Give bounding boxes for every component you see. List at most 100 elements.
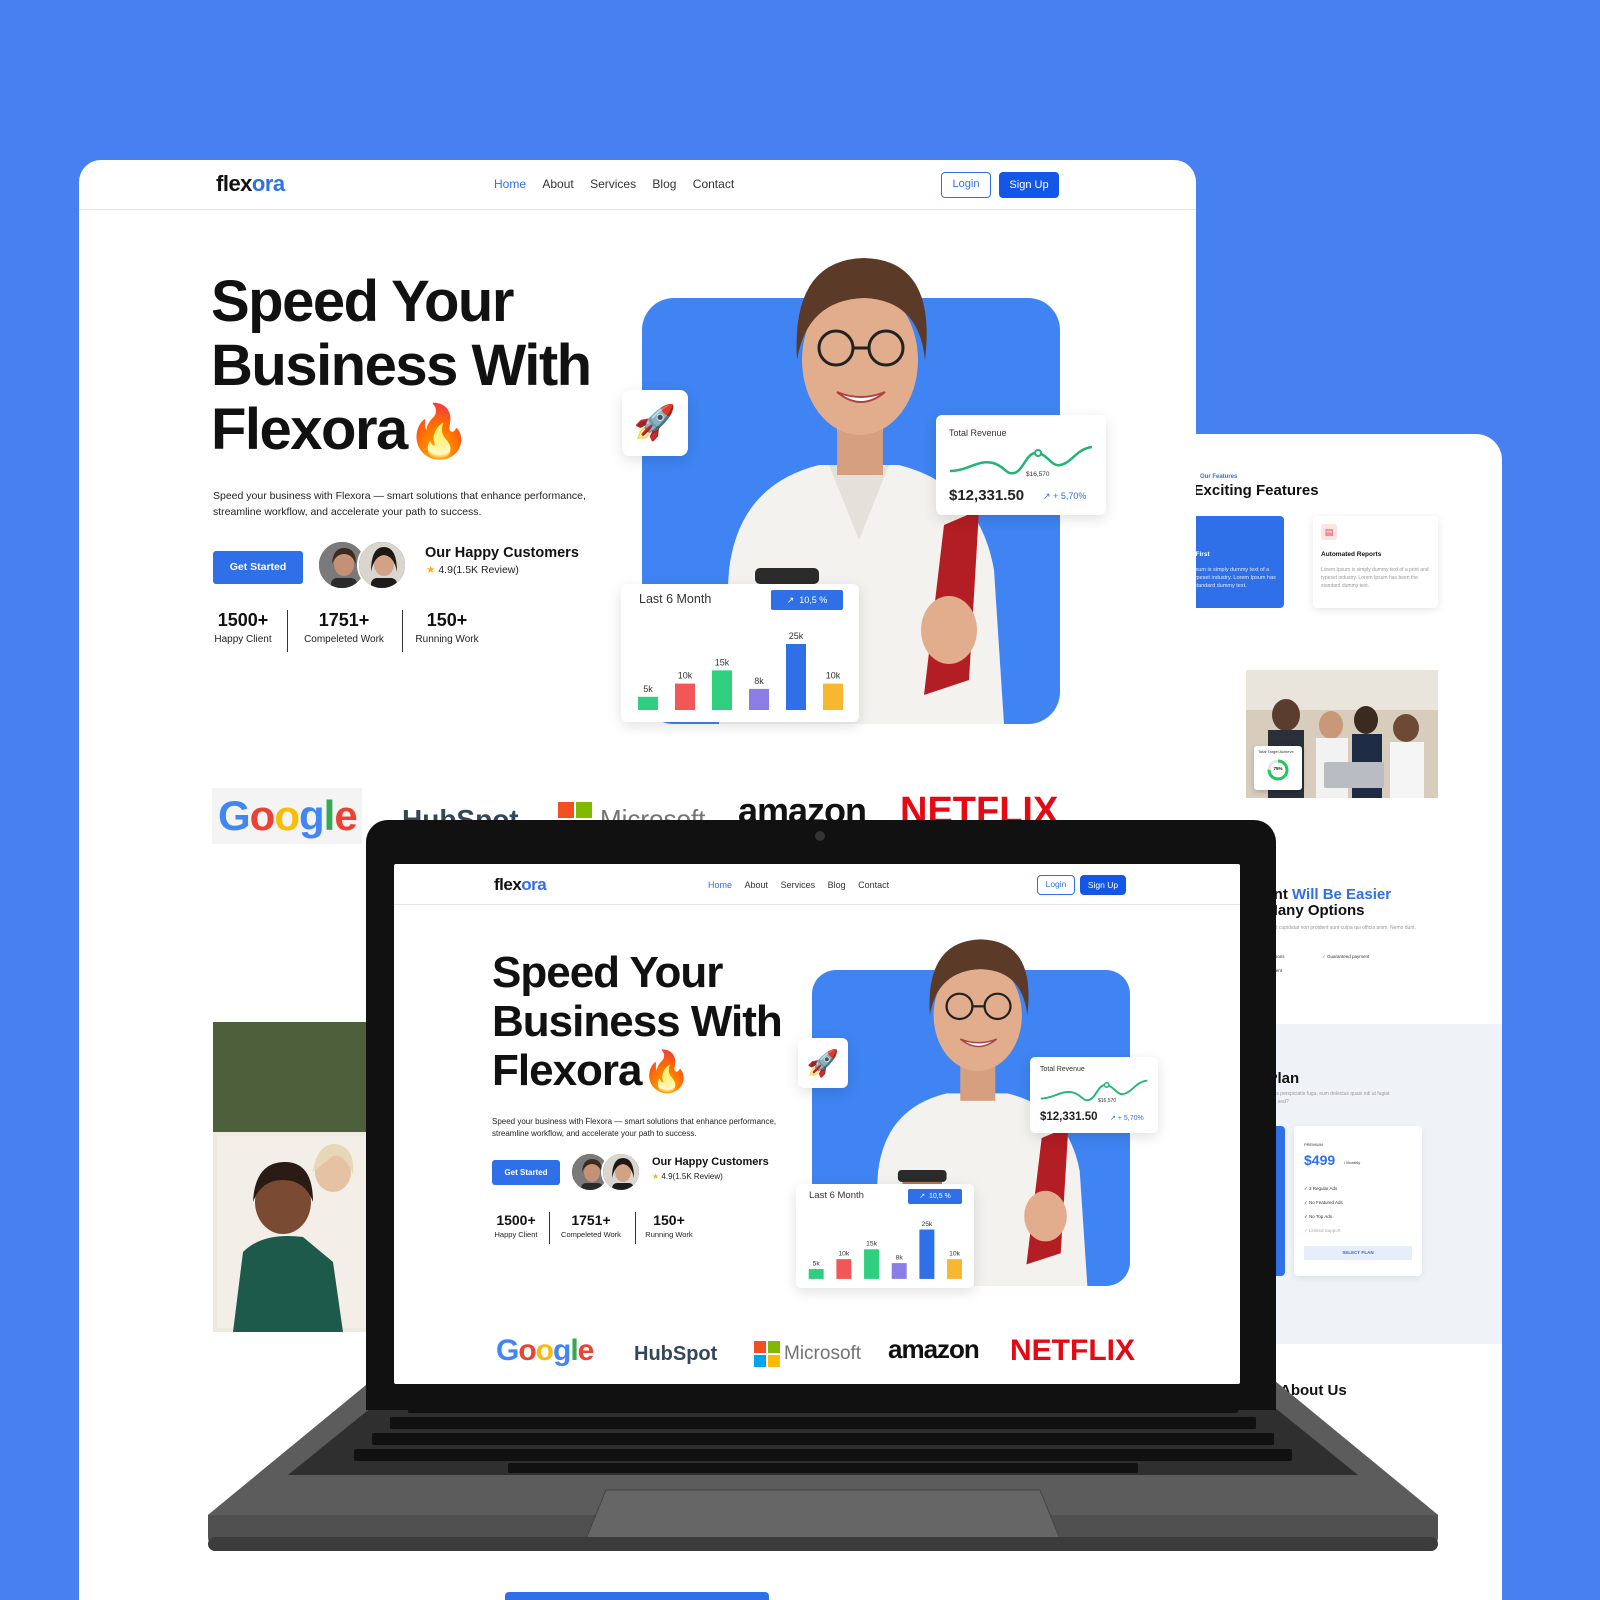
chart-data-label: 25k	[921, 1221, 932, 1228]
payment-text: nt occaecat cupidatat non proident sunt …	[1252, 925, 1416, 931]
logo[interactable]: flexora	[216, 171, 285, 197]
screen-navbar: flexora Home About Services Blog Contact…	[394, 864, 1240, 905]
stat-divider	[402, 610, 403, 652]
bar-chart: 5k 10k 15k 8k 25k 10k	[808, 1221, 963, 1279]
target-label: Total Target Achieve	[1258, 749, 1294, 754]
screen-hero-description: Speed your business with Flexora — smart…	[492, 1117, 777, 1138]
chart-bar	[749, 688, 769, 710]
laptop-screen: flexora Home About Services Blog Contact…	[394, 864, 1240, 1384]
navbar: flexora Home About Services Blog Contact…	[79, 160, 1196, 210]
stats-row: 1500+ Happy Client 1751+ Compeleted Work…	[212, 610, 512, 655]
stat-divider	[635, 1212, 636, 1244]
chart-card: Last 6 Month ↗ 10,5 % 5k 10k 15k 8k 25k 10k	[621, 584, 859, 722]
chart-bar	[638, 696, 658, 710]
nav-services[interactable]: Services	[590, 177, 636, 191]
bar-chart: 5k 10k 15k 8k 25k 10k	[638, 631, 843, 710]
stat-divider	[287, 610, 288, 652]
trend-up-icon: ↗	[1043, 491, 1051, 501]
target-value: 75%	[1273, 766, 1283, 771]
partner-netflix: NETFLIX	[1010, 1334, 1135, 1367]
revenue-title: Total Revenue	[949, 428, 1007, 438]
rocket-icon: 🚀	[633, 404, 677, 442]
trend-up-icon: ↗	[1110, 1115, 1116, 1122]
signup-button[interactable]: Sign Up	[999, 172, 1059, 198]
chart-title: Last 6 Month	[639, 592, 712, 606]
revenue-card: Total Revenue $16,570 $12,331.50 ↗ + 5,7…	[936, 415, 1106, 515]
chart-data-label: 10k	[949, 1250, 960, 1257]
pricing-card-premium: PREMIUM $499 / Monthly ✓ 3 Regular Ads ✓…	[1294, 1126, 1422, 1276]
nav-links: Home About Services Blog Contact	[494, 177, 734, 191]
chart-data-label: 5k	[643, 684, 653, 694]
chart-bar	[786, 644, 806, 710]
target-card: Total Target Achieve 75%	[1254, 746, 1302, 790]
star-icon: ★	[426, 564, 436, 576]
chart-badge: ↗ 10,5 %	[908, 1189, 962, 1204]
fire-icon: 🔥	[641, 1050, 692, 1094]
stat-item: 150+ Running Work	[645, 1212, 693, 1239]
chart-data-label: 15k	[715, 657, 730, 667]
chart-data-label: 25k	[789, 631, 804, 641]
webcam-icon	[815, 831, 825, 841]
rocket-icon: 🚀	[806, 1048, 840, 1078]
nav-about[interactable]: About	[745, 880, 769, 890]
feature-card-reports: ▤ Automated Reports Lorem Ipsum is simpl…	[1313, 516, 1438, 608]
signup-button[interactable]: Sign Up	[1080, 875, 1126, 895]
chart-data-label: 8k	[896, 1254, 904, 1261]
nav-services[interactable]: Services	[781, 880, 816, 890]
revenue-change: ↗ + 5,70%	[1110, 1115, 1144, 1122]
nav-blog[interactable]: Blog	[652, 177, 676, 191]
feature-card-title: Automated Reports	[1321, 551, 1382, 558]
office-photo	[213, 1022, 373, 1332]
chart-data-label: 15k	[866, 1241, 877, 1248]
login-button[interactable]: Login	[941, 172, 991, 198]
stat-item: 150+ Running Work	[415, 610, 479, 645]
document-icon: ▤	[1321, 524, 1337, 540]
nav-contact[interactable]: Contact	[858, 880, 889, 890]
stat-item: 1751+ Compeleted Work	[561, 1212, 621, 1239]
get-started-button[interactable]: Get Started	[492, 1160, 560, 1185]
payment-check: ✓ Guaranteed payment	[1322, 954, 1370, 959]
chart-bar	[675, 683, 695, 710]
customers-rating: ★ 4.9(1.5K Review)	[652, 1172, 723, 1181]
hero-description: Speed your business with Flexora — smart…	[213, 490, 586, 518]
nav-home[interactable]: Home	[708, 880, 732, 890]
nav-about[interactable]: About	[542, 177, 573, 191]
laptop-lid: flexora Home About Services Blog Contact…	[366, 820, 1276, 1410]
customers-title: Our Happy Customers	[652, 1156, 769, 1168]
premium-period: / Monthly	[1344, 1160, 1361, 1165]
chart-bar	[808, 1269, 824, 1279]
chart-data-label: 10k	[678, 671, 693, 681]
feature-card-text: Lorem Ipsum is simply dummy text of a pr…	[1321, 566, 1429, 589]
get-started-button[interactable]: Get Started	[213, 551, 303, 584]
nav-home[interactable]: Home	[494, 177, 526, 191]
microsoft-icon	[754, 1341, 780, 1367]
screen-chart-card: Last 6 Month ↗ 10,5 % 5k 10k 15k 8k 25k 10k	[796, 1184, 974, 1288]
stat-item: 1500+ Happy Client	[214, 610, 272, 645]
rocket-card: 🚀	[798, 1038, 848, 1088]
premium-label: PREMIUM	[1304, 1142, 1323, 1147]
nav-blog[interactable]: Blog	[828, 880, 846, 890]
select-plan-button[interactable]: SELECT PLAN	[1304, 1246, 1412, 1260]
partner-hubspot: HubSpot	[634, 1343, 718, 1365]
trend-up-icon: ↗	[919, 1193, 926, 1200]
trend-up-icon: ↗	[786, 595, 795, 605]
login-button[interactable]: Login	[1037, 875, 1075, 895]
partner-google: Google	[218, 792, 358, 839]
avatar	[601, 1152, 641, 1192]
chart-badge: ↗ 10,5 %	[771, 590, 843, 610]
screen-logo[interactable]: flexora	[494, 875, 547, 895]
stat-item: 1751+ Compeleted Work	[304, 610, 384, 645]
page-bottom-bar	[505, 1592, 769, 1600]
chart-bar	[891, 1263, 907, 1279]
features-eyebrow: Our Features	[1200, 474, 1238, 480]
customers-rating: ★ 4.9(1.5K Review)	[426, 564, 519, 576]
stat-divider	[549, 1212, 550, 1244]
customers-title: Our Happy Customers	[425, 545, 579, 561]
revenue-amount: $12,331.50	[1040, 1111, 1098, 1123]
nav-contact[interactable]: Contact	[693, 177, 734, 191]
chart-bar	[947, 1259, 963, 1279]
hero-title: Speed Your Business With Flexora🔥	[211, 269, 592, 462]
chart-data-label: 10k	[826, 671, 841, 681]
avatar	[357, 540, 407, 590]
revenue-peak-label: $16,570	[1098, 1098, 1117, 1104]
